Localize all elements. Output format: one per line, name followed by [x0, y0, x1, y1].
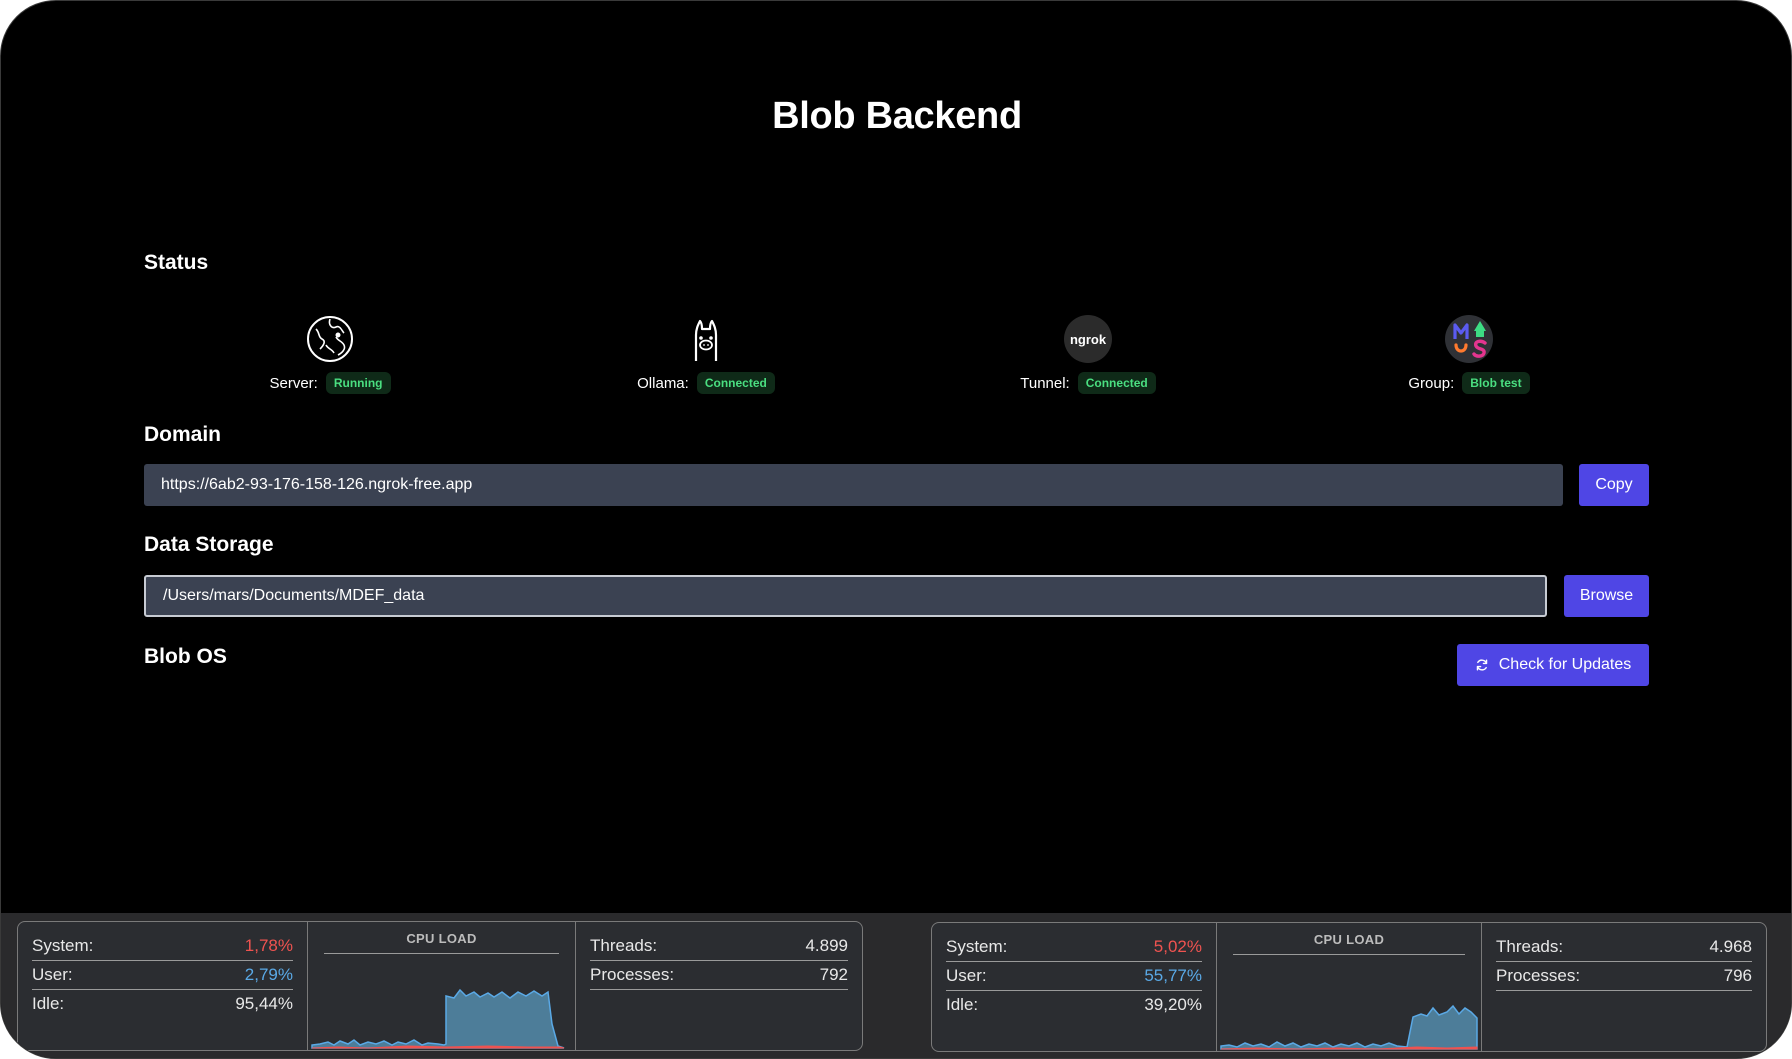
user-label: User: [946, 966, 987, 985]
threads-label: Threads: [1496, 937, 1564, 956]
threads-value: 4.968 [1709, 937, 1752, 956]
cpu-load-graph [311, 988, 565, 1049]
data-storage-heading: Data Storage [144, 533, 274, 556]
process-stats-panel: Threads: 4.968 Processes: 796 [1481, 923, 1766, 1051]
cpu-stats-panel: System: 1,78% User: 2,79% Idle: 95,44% [18, 922, 307, 1050]
cpu-load-graph [1220, 1004, 1478, 1050]
status-ollama-badge: Connected [696, 372, 775, 394]
idle-row: Idle: 95,44% [32, 990, 293, 1018]
blob-os-heading: Blob OS [144, 645, 227, 668]
system-value: 1,78% [244, 936, 293, 955]
browse-button[interactable]: Browse [1564, 575, 1649, 617]
ngrok-icon: ngrok [1064, 315, 1112, 363]
processes-row: Processes: 792 [590, 961, 848, 990]
processes-row: Processes: 796 [1496, 962, 1752, 991]
status-tunnel-label: Tunnel: [1020, 374, 1070, 392]
system-row: System: 5,02% [946, 933, 1202, 962]
cpu-load-chart: CPU LOAD [307, 922, 575, 1050]
cpu-load-chart: CPU LOAD [1216, 923, 1481, 1051]
user-row: User: 2,79% [32, 961, 293, 990]
check-for-updates-button[interactable]: Check for Updates [1457, 644, 1649, 686]
group-logo-icon [1445, 315, 1493, 363]
processes-value: 796 [1723, 966, 1752, 985]
cpu-monitor-1: System: 1,78% User: 2,79% Idle: 95,44% C… [17, 921, 863, 1051]
status-ollama-label: Ollama: [637, 374, 689, 392]
processes-label: Processes: [1496, 966, 1581, 985]
threads-value: 4.899 [805, 936, 848, 955]
threads-row: Threads: 4.899 [590, 932, 848, 961]
process-stats-panel: Threads: 4.899 Processes: 792 [575, 922, 862, 1050]
user-row: User: 55,77% [946, 962, 1202, 991]
status-server-label: Server: [269, 374, 318, 392]
system-row: System: 1,78% [32, 932, 293, 961]
ngrok-icon-text: ngrok [1069, 331, 1107, 347]
user-value: 2,79% [244, 965, 293, 984]
user-value: 55,77% [1144, 966, 1202, 985]
globe-icon [306, 315, 354, 363]
app-window: Blob Backend Status Server: Running Olla… [0, 0, 1792, 1059]
status-ollama: Ollama: Connected [566, 315, 846, 394]
idle-value: 39,20% [1144, 995, 1202, 1014]
idle-label: Idle: [32, 994, 65, 1013]
cpu-monitor-2: System: 5,02% User: 55,77% Idle: 39,20% … [931, 922, 1767, 1052]
status-group-label: Group: [1408, 374, 1455, 392]
llama-icon [682, 315, 730, 363]
domain-heading: Domain [144, 423, 222, 446]
check-for-updates-label: Check for Updates [1498, 656, 1632, 673]
processes-label: Processes: [590, 965, 675, 984]
cpu-stats-panel: System: 5,02% User: 55,77% Idle: 39,20% [932, 923, 1216, 1051]
status-group: Group: Blob test [1329, 315, 1609, 394]
system-label: System: [32, 936, 94, 955]
system-label: System: [946, 937, 1008, 956]
idle-label: Idle: [946, 995, 979, 1014]
domain-url-field[interactable]: https://6ab2-93-176-158-126.ngrok-free.a… [144, 464, 1563, 506]
idle-row: Idle: 39,20% [946, 991, 1202, 1019]
copy-button[interactable]: Copy [1579, 464, 1649, 506]
idle-value: 95,44% [235, 994, 293, 1013]
user-label: User: [32, 965, 73, 984]
status-group-badge: Blob test [1462, 372, 1530, 394]
processes-value: 792 [819, 965, 848, 984]
status-server: Server: Running [190, 315, 470, 394]
refresh-icon [1476, 659, 1487, 671]
threads-label: Threads: [590, 936, 658, 955]
status-tunnel: ngrok Tunnel: Connected [948, 315, 1228, 394]
status-heading: Status [144, 251, 209, 274]
status-tunnel-badge: Connected [1077, 372, 1156, 394]
system-value: 5,02% [1153, 937, 1202, 956]
data-storage-path-field[interactable]: /Users/mars/Documents/MDEF_data [144, 575, 1547, 617]
status-server-badge: Running [325, 372, 391, 394]
app-title: Blob Backend [772, 95, 1022, 137]
threads-row: Threads: 4.968 [1496, 933, 1752, 962]
